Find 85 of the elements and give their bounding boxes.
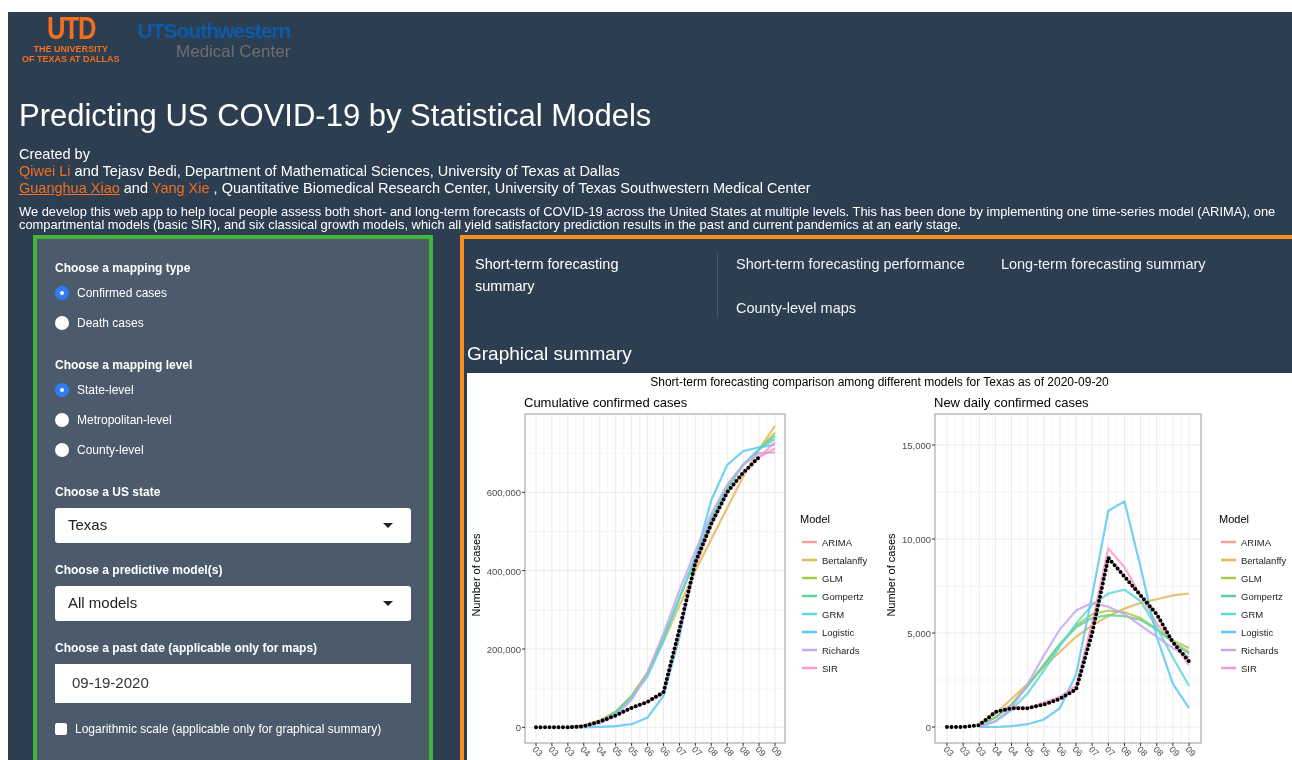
tick-label: 09 <box>1167 744 1182 759</box>
field-label: Choose a mapping type <box>55 261 191 276</box>
legend-label: GLM <box>822 572 843 584</box>
tick-label: 06 <box>1054 744 1069 759</box>
radio-label: Death cases <box>77 315 144 332</box>
tick-label: 08 <box>705 744 720 759</box>
tick-label: 06 <box>1070 744 1085 759</box>
tick-label: 09 <box>753 744 768 759</box>
section-heading: Graphical summary <box>467 343 632 365</box>
tick-label: 600,000 <box>486 487 521 499</box>
tick-label: 07 <box>689 744 705 759</box>
tick-label: 07 <box>1102 744 1118 759</box>
tick-label: 03 <box>562 744 577 759</box>
tick-label: 05 <box>626 744 641 759</box>
legend-label: ARIMA <box>822 536 853 548</box>
radio-label: Metropolitan-level <box>77 412 172 429</box>
university-name: THE UNIVERSITY <box>33 44 108 54</box>
tick-label: 04 <box>594 744 609 759</box>
medical-center-logo: UTSouthwestern <box>137 20 291 42</box>
radio-label: State-level <box>77 382 134 399</box>
tick-label: 03 <box>546 744 561 759</box>
university-name: OF TEXAS AT DALLAS <box>22 54 120 64</box>
page-title: Predicting US COVID-19 by Statistical Models <box>19 97 652 135</box>
university-logo: UTD <box>46 12 95 44</box>
field-label: Choose a past date (applicable only for maps) <box>55 641 318 656</box>
credit-line: Qiwei Li and Tejasv Bedi, Department of Mathematical Sciences, University of Texas at Dallas <box>19 163 620 180</box>
legend-label: Gompertz <box>822 590 864 602</box>
tick-label: 400,000 <box>486 565 521 577</box>
tick-label: 09 <box>1183 744 1198 759</box>
field-label: Choose a US state <box>55 485 161 500</box>
tick-label: 08 <box>1151 744 1166 759</box>
tick-label: 06 <box>658 744 673 759</box>
legend-label: Richards <box>822 644 860 656</box>
legend-label: Logistic <box>1241 626 1274 638</box>
legend-label: ARIMA <box>1241 536 1272 548</box>
tick-label: 04 <box>1006 744 1021 759</box>
radio-label: County-level <box>77 442 144 459</box>
legend-label: GRM <box>822 608 845 620</box>
tick-label: 04 <box>990 744 1005 759</box>
axis-label: Number of cases <box>470 533 482 617</box>
tick-label: 10,000 <box>901 534 931 545</box>
medical-center-name: Medical Center <box>176 42 291 61</box>
tick-label: 08 <box>721 744 736 759</box>
tick-label: 200,000 <box>486 644 521 655</box>
tick-label: 03 <box>530 744 545 759</box>
legend-label: Richards <box>1241 644 1279 656</box>
tick-label: 15,000 <box>901 440 931 451</box>
tick-label: 05 <box>1022 744 1037 759</box>
credit-line: Guanghua Xiao and Yang Xie , Quantitative Biomedical Research Center, University of Texas Southwestern Medical Center <box>19 180 811 197</box>
tick-label: 07 <box>1086 744 1101 759</box>
chart-title: New daily confirmed cases <box>934 395 1089 410</box>
legend-label: SIR <box>822 662 838 674</box>
legend-title: Model <box>800 513 830 525</box>
legend-label: Bertalanffy <box>1241 554 1287 566</box>
legend-label: GLM <box>1241 572 1262 584</box>
legend-title: Model <box>1219 513 1249 525</box>
radio-label: Confirmed cases <box>77 285 168 302</box>
tick-label: 0 <box>925 722 931 733</box>
tick-label: 08 <box>737 744 752 759</box>
description-text: We develop this web app to help local people assess both short- and long-term forecasts of COVID-19 across the United States at multiple levels. This has been done by implementing one time-series model (ARIMA), one compartmental models (basic SIR), and six classical growth models, which all yield satisfactory prediction results in the past and current pandemics at an early stage. <box>19 205 1276 231</box>
tick-label: 08 <box>1135 744 1150 759</box>
credit-line: Created by <box>19 146 90 163</box>
legend-label: Gompertz <box>1241 590 1283 602</box>
tick-label: 03 <box>973 744 988 759</box>
chart-title: Cumulative confirmed cases <box>524 395 688 410</box>
axis-label: Number of cases <box>885 533 897 617</box>
field-label: Choose a mapping level <box>55 358 193 373</box>
figure-title: Short-term forecasting comparison among different models for Texas as of 2020-09-20 <box>650 374 1109 389</box>
tick-label: 09 <box>769 744 784 759</box>
tick-label: 04 <box>578 744 593 759</box>
tick-label: 5,000 <box>907 628 931 639</box>
tick-label: 07 <box>674 744 689 759</box>
tick-label: 05 <box>610 744 625 759</box>
tick-label: 03 <box>941 744 956 759</box>
field-label: Choose a predictive model(s) <box>55 563 223 578</box>
legend-label: GRM <box>1241 608 1264 620</box>
legend-label: Logistic <box>822 626 855 638</box>
tick-label: 05 <box>1038 744 1053 759</box>
tick-label: 06 <box>642 744 657 759</box>
legend-label: Bertalanffy <box>822 554 868 566</box>
tick-label: 08 <box>1119 744 1134 759</box>
tick-label: 0 <box>515 722 521 734</box>
tick-label: 03 <box>957 744 972 759</box>
legend-label: SIR <box>1241 662 1257 674</box>
checkbox-label: Logarithmic scale (applicable only for graphical summary) <box>75 721 382 737</box>
